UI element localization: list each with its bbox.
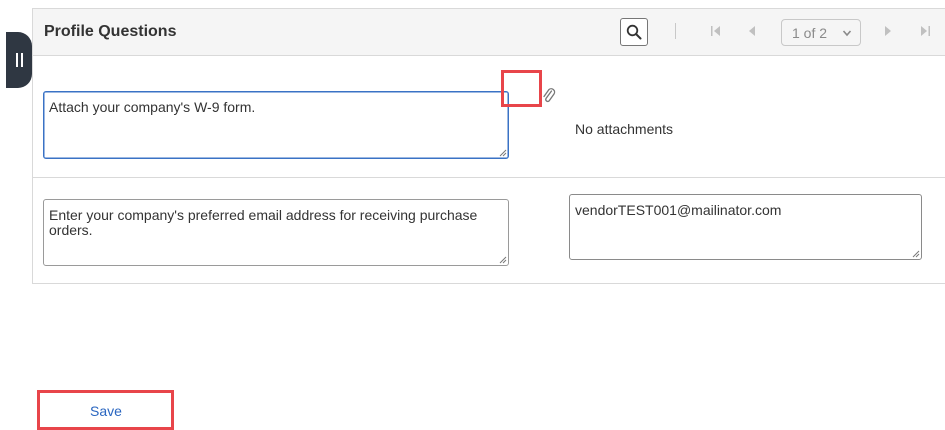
collapse-handle-icon (15, 53, 23, 67)
first-page-icon[interactable] (710, 24, 722, 38)
email-answer-value: vendorTEST001@mailinator.com (575, 202, 782, 218)
resize-grip-icon[interactable] (499, 149, 507, 157)
attachment-status: No attachments (575, 121, 674, 137)
row-divider (33, 177, 945, 178)
next-page-icon[interactable] (883, 24, 893, 38)
resize-grip-icon[interactable] (912, 250, 920, 258)
question-2-field[interactable]: Enter your company's preferred email add… (43, 199, 509, 266)
side-panel-collapse-handle[interactable] (6, 32, 32, 88)
toolbar-separator (675, 23, 676, 39)
panel-title: Profile Questions (44, 23, 177, 40)
question-2-text: Enter your company's preferred email add… (49, 207, 478, 238)
page-select[interactable]: 1 of 2 (781, 19, 861, 46)
email-answer-field[interactable]: vendorTEST001@mailinator.com (569, 194, 922, 260)
save-highlight (37, 390, 174, 430)
search-icon (626, 24, 642, 40)
attachment-highlight (501, 70, 542, 107)
page-select-value: 1 of 2 (792, 24, 828, 41)
previous-page-icon[interactable] (747, 24, 757, 38)
chevron-down-icon (842, 30, 852, 37)
last-page-icon[interactable] (919, 24, 931, 38)
search-button[interactable] (620, 18, 648, 46)
panel-header: Profile Questions 1 of 2 (33, 9, 945, 56)
question-1-field[interactable]: Attach your company's W-9 form. (43, 91, 509, 159)
paperclip-icon[interactable] (542, 87, 556, 105)
question-1-text: Attach your company's W-9 form. (49, 99, 256, 115)
resize-grip-icon[interactable] (499, 256, 507, 264)
profile-questions-panel: Profile Questions 1 of 2 Attach your com… (32, 8, 945, 284)
